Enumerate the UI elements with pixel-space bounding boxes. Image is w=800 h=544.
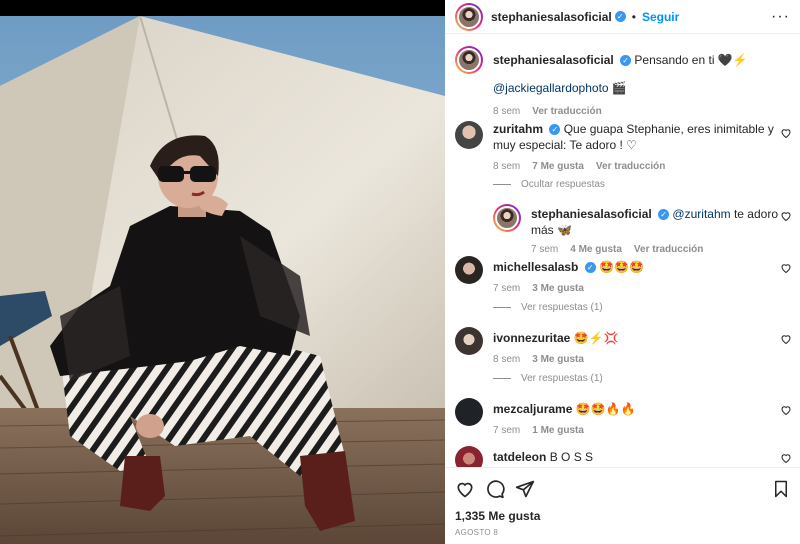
reply-username[interactable]: stephaniesalasoficial <box>531 207 652 221</box>
commenter-avatar[interactable] <box>455 256 483 284</box>
see-translation-link[interactable]: Ver traducción <box>532 104 601 120</box>
like-comment-heart-icon[interactable] <box>780 333 792 345</box>
comment-time[interactable]: 8 sem <box>493 159 520 175</box>
reply-avatar[interactable] <box>493 204 521 232</box>
replies-divider-line <box>493 307 511 308</box>
separator-dot: • <box>631 9 636 24</box>
comment-text: 🤩🤩🤩 <box>599 260 644 274</box>
reply-mention[interactable]: @zuritahm <box>672 207 730 221</box>
comment-username[interactable]: tatdeleon <box>493 450 546 464</box>
comment-likes[interactable]: 1 Me gusta <box>532 423 584 439</box>
comment-time[interactable]: 8 sem <box>493 352 520 368</box>
view-replies-toggle[interactable]: Ver respuestas (1) <box>493 302 603 313</box>
save-bookmark-icon[interactable] <box>772 479 790 499</box>
share-paper-plane-icon[interactable] <box>515 479 535 499</box>
comment-username[interactable]: zuritahm <box>493 122 543 136</box>
post-details-panel: stephaniesalasoficial ✓ • Seguir ··· ste… <box>445 0 800 544</box>
see-translation-link[interactable]: Ver traducción <box>596 159 665 175</box>
view-replies-toggle[interactable]: Ver respuestas (1) <box>493 373 603 384</box>
like-comment-heart-icon[interactable] <box>780 404 792 416</box>
comments-list[interactable]: stephaniesalasoficial ✓ Pensando en ti 🖤… <box>445 36 800 468</box>
post-photo-illustration <box>0 16 445 544</box>
like-count[interactable]: 1,335 Me gusta <box>455 509 540 523</box>
comment-text: B O S S <box>549 450 594 464</box>
comment: ivonnezuritae 🤩⚡💢 8 sem 3 Me gusta <box>455 327 792 368</box>
caption-username[interactable]: stephaniesalasoficial <box>493 53 614 67</box>
commenter-avatar[interactable] <box>455 446 483 467</box>
replies-divider-line <box>493 378 511 379</box>
more-options-icon[interactable]: ··· <box>771 8 790 26</box>
comment-username[interactable]: mezcaljurame <box>493 402 572 416</box>
caption: stephaniesalasoficial ✓ Pensando en ti 🖤… <box>455 46 792 120</box>
hide-replies-toggle[interactable]: Ocultar respuestas <box>493 179 605 190</box>
comment: tatdeleon B O S S <box>455 446 792 467</box>
caption-time[interactable]: 8 sem <box>493 104 520 120</box>
commenter-avatar[interactable] <box>455 327 483 355</box>
like-comment-heart-icon[interactable] <box>780 127 792 139</box>
post-photo[interactable] <box>0 16 445 544</box>
comment-likes[interactable]: 7 Me gusta <box>532 159 584 175</box>
comment-reply: stephaniesalasoficial ✓ @zuritahm te ado… <box>493 204 792 258</box>
verified-badge-icon: ✓ <box>614 11 626 22</box>
commenter-avatar[interactable] <box>455 398 483 426</box>
replies-divider-line <box>493 184 511 185</box>
comment-username[interactable]: michellesalasb <box>493 260 578 274</box>
verified-badge-icon: ✓ <box>658 209 670 221</box>
commenter-avatar[interactable] <box>455 121 483 149</box>
comment-time[interactable]: 7 sem <box>493 281 520 297</box>
verified-badge-icon: ✓ <box>620 55 632 67</box>
comment-bubble-icon[interactable] <box>485 479 505 499</box>
caption-avatar[interactable] <box>455 46 483 74</box>
comment: michellesalasb ✓ 🤩🤩🤩 7 sem 3 Me gusta <box>455 256 792 297</box>
comment-text: 🤩🤩🔥🔥 <box>575 402 636 416</box>
post-actions-bar <box>455 478 790 500</box>
follow-button[interactable]: Seguir <box>642 10 679 24</box>
caption-mention[interactable]: @jackiegallardophoto 🎬 <box>493 80 792 96</box>
comment-text: 🤩⚡💢 <box>573 331 619 345</box>
like-comment-heart-icon[interactable] <box>780 262 792 274</box>
caption-text: Pensando en ti 🖤⚡ <box>634 53 748 67</box>
comment-username[interactable]: ivonnezuritae <box>493 331 570 345</box>
comment-time[interactable]: 7 sem <box>493 423 520 439</box>
verified-badge-icon: ✓ <box>584 262 596 274</box>
post-header: stephaniesalasoficial ✓ • Seguir ··· <box>445 0 800 34</box>
comment: mezcaljurame 🤩🤩🔥🔥 7 sem 1 Me gusta <box>455 398 792 439</box>
verified-badge-icon: ✓ <box>549 124 561 136</box>
like-heart-icon[interactable] <box>455 479 475 499</box>
view-replies-label: Ver respuestas (1) <box>521 373 603 384</box>
hide-replies-label: Ocultar respuestas <box>521 179 605 190</box>
author-username[interactable]: stephaniesalasoficial <box>491 10 612 24</box>
like-comment-heart-icon[interactable] <box>780 452 792 464</box>
comment-likes[interactable]: 3 Me gusta <box>532 352 584 368</box>
like-reply-heart-icon[interactable] <box>780 210 792 222</box>
post-date: AGOSTO 8 <box>455 528 499 537</box>
comment: zuritahm ✓ Que guapa Stephanie, eres ini… <box>455 121 792 175</box>
view-replies-label: Ver respuestas (1) <box>521 302 603 313</box>
comment-likes[interactable]: 3 Me gusta <box>532 281 584 297</box>
author-avatar[interactable] <box>455 2 483 31</box>
